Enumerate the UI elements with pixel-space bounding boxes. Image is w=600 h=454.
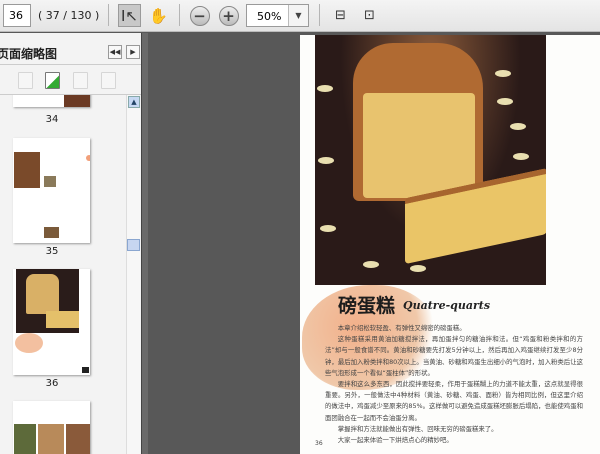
- panel-toolbar: [0, 65, 141, 95]
- extract-page-icon[interactable]: [45, 72, 60, 89]
- minus-icon: −: [189, 5, 210, 26]
- separator: [319, 4, 320, 26]
- thumbnail-page-37[interactable]: [13, 401, 90, 454]
- thumbnail-page-35[interactable]: [13, 138, 90, 243]
- collapse-panel-button[interactable]: ◀◀: [108, 45, 122, 59]
- fit-width-button[interactable]: ⊟: [329, 4, 352, 27]
- scroll-up-icon[interactable]: ▲: [128, 96, 140, 108]
- page-number-input[interactable]: 36: [3, 4, 31, 27]
- paragraph: 掌握拌和方法就能做出有弹性、回味无穷的磅蛋糕来了。: [337, 424, 498, 433]
- rotate-left-icon[interactable]: [73, 72, 88, 89]
- pound-cake-photo: [315, 35, 546, 285]
- thumbnail-label: 36: [45, 378, 59, 389]
- toolbar: 36 ( 37 / 130 ) I↖ ✋ − + 50% ▼ ⊟ ⊡: [0, 0, 600, 32]
- recipe-body: 本章介绍松软轻盈、有弹性又绵密的磅蛋糕。 这种蛋糕采用黄油加糖搅拌法，再加蛋拌匀…: [325, 323, 583, 446]
- paragraph: 本章介绍松软轻盈、有弹性又绵密的磅蛋糕。: [337, 324, 466, 332]
- zoom-out-button[interactable]: −: [188, 4, 211, 27]
- fit-page-button[interactable]: ⊡: [358, 4, 381, 27]
- zoom-value: 50%: [257, 10, 282, 23]
- rotate-right-icon[interactable]: [101, 72, 116, 89]
- next-panel-button[interactable]: ▶: [126, 45, 140, 59]
- delete-page-icon[interactable]: [18, 72, 33, 89]
- thumbnail-list: 34 35 36: [0, 95, 127, 454]
- separator: [179, 4, 180, 26]
- thumbnail-label: 34: [45, 114, 59, 125]
- thumbnail-label: 35: [45, 246, 59, 257]
- hand-icon: ✋: [149, 6, 168, 25]
- separator: [108, 4, 109, 26]
- cursor-icon: I↖: [121, 6, 138, 25]
- page-count: ( 37 / 130 ): [38, 9, 100, 22]
- fit-width-icon: ⊟: [335, 8, 346, 23]
- select-tool-button[interactable]: I↖: [118, 4, 141, 27]
- fit-page-icon: ⊡: [364, 8, 375, 23]
- thumbnail-page-36[interactable]: [13, 269, 90, 375]
- zoom-select[interactable]: 50% ▼: [246, 4, 309, 27]
- recipe-title: 磅蛋糕: [338, 295, 396, 317]
- panel-splitter[interactable]: [141, 33, 148, 454]
- paragraph: 要拌和这么多东西，因此搅拌要轻柔，作用于蛋糕糊上的力道不能太重，这点就显得很重要…: [325, 380, 583, 422]
- recipe-subtitle: Quatre-quarts: [403, 299, 491, 312]
- paragraph: 大家一起来体验一下烘焙点心的精妙吧。: [337, 436, 453, 445]
- page-number: 36: [315, 440, 323, 447]
- panel-title: 页面缩略图: [0, 47, 58, 61]
- scrollbar-thumb[interactable]: [127, 239, 140, 251]
- zoom-in-button[interactable]: +: [217, 4, 240, 27]
- chevron-down-icon[interactable]: ▼: [288, 5, 308, 26]
- document-page: 磅蛋糕 Quatre-quarts 本章介绍松软轻盈、有弹性又绵密的磅蛋糕。 这…: [300, 35, 600, 454]
- hand-tool-button[interactable]: ✋: [147, 4, 170, 27]
- paragraph: 这种蛋糕采用黄油加糖搅拌法，再加蛋拌匀的糖油拌和法。但“鸡蛋和粉类拌和的方法”却…: [325, 335, 583, 377]
- panel-header: 页面缩略图 ◀◀ ▶: [0, 37, 141, 65]
- thumbnail-scrollbar[interactable]: ▲: [126, 95, 140, 454]
- thumbnails-panel: 页面缩略图 ◀◀ ▶ 34 35 36 ▲: [0, 33, 141, 454]
- thumbnail-page-34[interactable]: [13, 95, 90, 107]
- plus-icon: +: [218, 5, 239, 26]
